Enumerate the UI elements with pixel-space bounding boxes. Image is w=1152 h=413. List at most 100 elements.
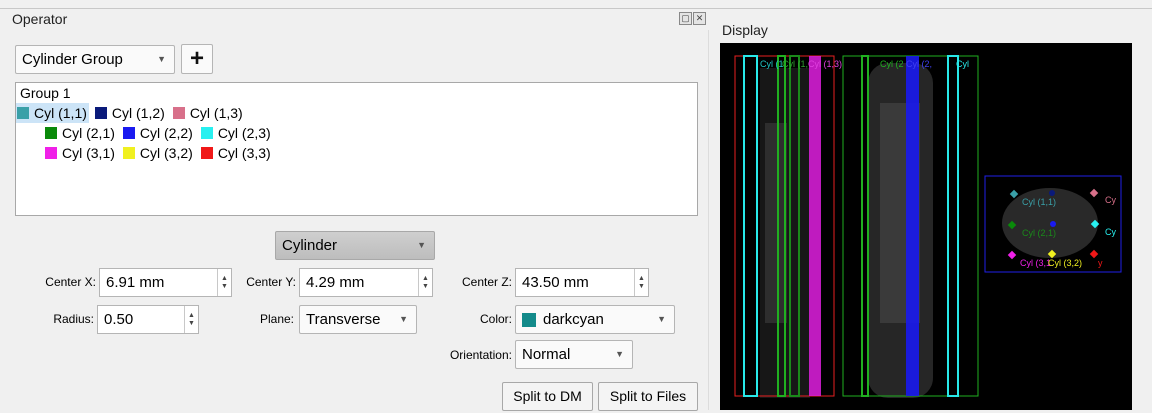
cylinder-item-label: Cyl (1,2) [111,105,165,121]
center-x-input[interactable]: 6.91 mm ▲ ▼ [99,268,232,297]
axial-label-3-1: Cyl (3,1 [1020,258,1051,268]
marker-cyl-3-1 [1007,250,1017,260]
group-type-value: Cylinder Group [22,51,123,68]
marker-cyl-1-3 [1089,188,1099,198]
cylinder-cyan-outline [743,55,758,397]
spin-arrows-icon[interactable]: ▲ ▼ [418,269,432,296]
color-swatch [94,107,107,119]
color-swatch [17,107,29,119]
cylinder-item[interactable]: Cyl (2,3) [200,123,273,143]
marker-cyl-3-3 [1089,249,1099,259]
spin-arrows-icon[interactable]: ▲ ▼ [217,269,231,296]
color-swatch [45,127,57,139]
axial-label-1-1: Cyl (1,1) [1022,197,1056,207]
coronal-label-3: Cyl (1,3) [808,59,842,69]
cylinder-magenta-fill [809,56,821,396]
display-title: Display [722,22,768,38]
chevron-down-icon: ▼ [399,314,408,324]
cylinder-tree[interactable]: Group 1 Cyl (1,1) Cyl (1,2) Cyl (1,3) Cyl … [15,82,698,216]
cylinder-item[interactable]: Cyl (2,2) [122,123,195,143]
orientation-select[interactable]: Normal ▼ [515,340,633,369]
cylinder-item[interactable]: Cyl (3,2) [122,143,195,163]
color-swatch [200,127,213,139]
sagittal-label-3: Cyl [956,59,969,69]
group-type-select[interactable]: Cylinder Group ▼ [15,45,175,74]
split-to-dm-button[interactable]: Split to DM [502,382,593,411]
cylinder-item-label: Cyl (2,2) [139,125,193,141]
restore-icon[interactable]: ▢ [679,12,692,25]
center-y-value: 4.29 mm [306,274,365,291]
coronal-label-2: Cyl (1, [782,59,808,69]
axial-label-3-3: y [1098,258,1103,268]
marker-cyl-2-2 [1050,221,1056,227]
coronal-view[interactable]: Cyl (1 Cyl (1, Cyl (1,3) [734,55,842,398]
sagittal-label-2: Cyl (2, [906,59,932,69]
marker-cyl-1-2 [1049,190,1055,196]
cylinder-item-label: Cyl (1,3) [189,105,243,121]
color-select[interactable]: darkcyan ▼ [515,305,675,334]
cylinder-item[interactable]: Cyl (1,2) [94,103,167,123]
center-y-label: Center Y: [246,275,296,289]
add-cylinder-button[interactable]: + [181,44,213,74]
color-swatch [522,312,536,327]
cylinder-blue-fill [906,56,919,396]
center-z-input[interactable]: 43.50 mm ▲ ▼ [515,268,649,297]
split-to-files-button[interactable]: Split to Files [598,382,698,411]
coronal-label-1: Cyl (1 [760,59,784,69]
axial-view[interactable]: Cyl (1,1) Cy Cyl (2,1) Cy Cyl (3,1 Cyl (… [984,175,1122,273]
plane-value: Transverse [306,311,381,328]
close-icon[interactable]: ✕ [693,12,706,25]
spin-arrows-icon[interactable]: ▲ ▼ [634,269,648,296]
tree-row: Cyl (3,1) Cyl (3,2) Cyl (3,3) [44,143,278,163]
cylinder-item-label: Cyl (2,1) [62,125,115,141]
color-swatch [200,147,213,159]
cylinder-item[interactable]: Cyl (1,3) [172,103,245,123]
chevron-down-icon: ▼ [417,240,426,250]
cylinder-item-label: Cyl (3,2) [139,145,193,161]
panel-splitter[interactable] [708,30,709,410]
center-z-label: Center Z: [461,275,512,289]
color-swatch [122,127,135,139]
cylinder-item[interactable]: Cyl (3,1) [44,143,117,163]
cylinder-item[interactable]: Cyl (1,1) [16,103,89,123]
cylinder-item[interactable]: Cyl (3,3) [200,143,273,163]
sagittal-view[interactable]: Cyl (2 Cyl (2, Cyl [842,55,979,398]
center-y-input[interactable]: 4.29 mm ▲ ▼ [299,268,433,297]
orientation-value: Normal [522,346,571,363]
cylinder-item-label: Cyl (1,1) [34,105,87,121]
center-x-label: Center X: [45,275,96,289]
center-x-value: 6.91 mm [106,274,165,291]
chevron-down-icon: ▼ [657,314,666,324]
cylinder-green-outline [861,55,869,397]
color-swatch [45,147,57,159]
axial-label-1-3: Cy [1105,195,1116,205]
shape-value: Cylinder [282,237,338,254]
color-label: Color: [479,312,512,326]
coronal-anatomy-detail [765,123,787,323]
axial-label-2-3: Cy [1105,227,1116,237]
axial-label-2-1: Cyl (2,1) [1022,228,1056,238]
tree-row: Cyl (1,1) Cyl (1,2) Cyl (1,3) [16,103,250,123]
spin-arrows-icon[interactable]: ▲ ▼ [184,306,198,333]
sagittal-label-1: Cyl (2 [880,59,904,69]
plane-select[interactable]: Transverse ▼ [299,305,417,334]
cylinder-item[interactable]: Cyl (2,1) [44,123,117,143]
image-viewport[interactable]: Cyl (1 Cyl (1, Cyl (1,3) Cyl (2 Cyl (2, … [720,43,1132,410]
center-z-value: 43.50 mm [522,274,589,291]
title-separator [0,8,1152,9]
plane-label: Plane: [259,312,294,326]
image-viewport-canvas[interactable]: Cyl (1 Cyl (1, Cyl (1,3) Cyl (2 Cyl (2, … [720,43,1132,410]
marker-cyl-1-1 [1009,189,1019,199]
color-swatch [172,107,185,119]
shape-select[interactable]: Cylinder ▼ [275,231,435,260]
radius-input[interactable]: 0.50 ▲ ▼ [97,305,199,334]
orientation-label: Orientation: [449,348,512,362]
radius-label: Radius: [53,312,94,326]
operator-title: Operator [12,11,68,27]
cylinder-cyan-outline [947,55,959,397]
tree-group-label[interactable]: Group 1 [20,85,71,101]
axial-label-3-2: Cyl (3,2) [1048,258,1082,268]
chevron-down-icon: ▼ [157,54,166,64]
radius-value: 0.50 [104,311,134,328]
window-buttons: ▢ ✕ [679,12,706,25]
